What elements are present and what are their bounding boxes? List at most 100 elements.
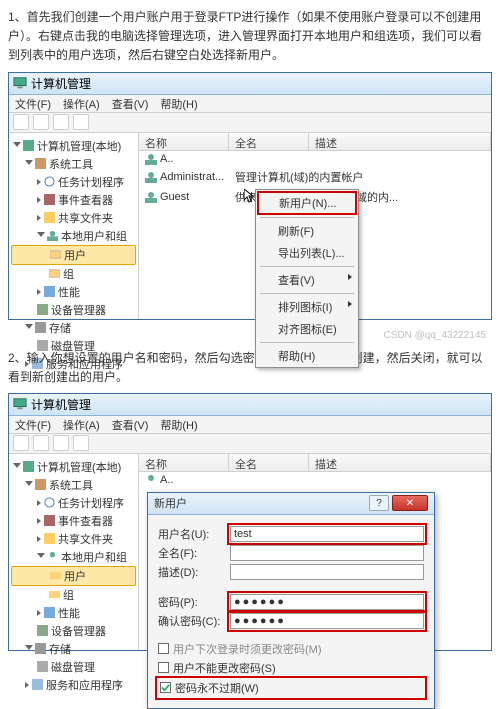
list-header: 名称 全名 描述 — [139, 133, 491, 151]
tree-groups[interactable]: 组 — [11, 586, 136, 604]
username-field[interactable]: test — [230, 526, 424, 542]
menu-action[interactable]: 操作(A) — [57, 416, 106, 433]
description-label: 描述(D): — [158, 564, 230, 580]
tree-device-manager[interactable]: 设备管理器 — [11, 301, 136, 319]
tree-groups[interactable]: 组 — [11, 265, 136, 283]
toolbar — [9, 113, 491, 133]
close-button[interactable]: ✕ — [392, 495, 428, 511]
computer-icon — [23, 461, 34, 472]
tree-storage[interactable]: 存储 — [11, 640, 136, 658]
context-export[interactable]: 导出列表(L)... — [256, 242, 358, 264]
titlebar[interactable]: 计算机管理 — [9, 73, 491, 95]
tree-device-manager[interactable]: 设备管理器 — [11, 622, 136, 640]
menu-file[interactable]: 文件(F) — [9, 416, 57, 433]
tree-local-users-groups[interactable]: 本地用户和组 — [11, 227, 136, 245]
computer-management-icon — [13, 397, 27, 411]
user-icon — [145, 474, 157, 486]
menu-help[interactable]: 帮助(H) — [154, 95, 203, 112]
confirm-password-field[interactable]: ●●●●●● — [230, 613, 424, 629]
menu-view[interactable]: 查看(V) — [106, 416, 155, 433]
chevron-right-icon — [348, 274, 352, 280]
menu-help[interactable]: 帮助(H) — [154, 416, 203, 433]
event-icon — [44, 194, 55, 205]
fullname-field[interactable] — [230, 545, 424, 561]
toolbar-help-button[interactable] — [73, 435, 89, 451]
checkbox-icon — [160, 682, 171, 693]
tree-storage[interactable]: 存储 — [11, 319, 136, 337]
context-new-user[interactable]: 新用户(N)... — [257, 191, 357, 215]
tree-disk-mgmt[interactable]: 磁盘管理 — [11, 658, 136, 676]
menu-view[interactable]: 查看(V) — [106, 95, 155, 112]
navigation-tree: 计算机管理(本地) 系统工具 任务计划程序 事件查看器 共享文件夹 本地用户和组… — [9, 454, 139, 650]
computer-management-icon — [13, 76, 27, 90]
col-name[interactable]: 名称 — [139, 454, 229, 471]
menubar: 文件(F) 操作(A) 查看(V) 帮助(H) — [9, 95, 491, 113]
dialog-titlebar[interactable]: 新用户 ? ✕ — [148, 493, 434, 515]
list-item[interactable]: Administrat...管理计算机(域)的内置帐户 — [139, 167, 491, 187]
col-desc[interactable]: 描述 — [309, 454, 491, 471]
col-name[interactable]: 名称 — [139, 133, 229, 150]
users-icon — [47, 230, 58, 241]
clock-icon — [44, 176, 55, 187]
window-title: 计算机管理 — [31, 396, 91, 413]
computer-management-window-2: 计算机管理 文件(F) 操作(A) 查看(V) 帮助(H) 计算机管理(本地) … — [8, 393, 492, 651]
tree-root[interactable]: 计算机管理(本地) — [11, 458, 136, 476]
dialog-help-button[interactable]: ? — [369, 495, 389, 511]
folder-icon — [50, 249, 61, 260]
context-align[interactable]: 对齐图标(E) — [256, 318, 358, 340]
tree-users[interactable]: 用户 — [11, 245, 136, 265]
folder-icon — [44, 212, 55, 223]
tree-users[interactable]: 用户 — [11, 566, 136, 586]
tree-root[interactable]: 计算机管理(本地) — [11, 137, 136, 155]
tree-event-viewer[interactable]: 事件查看器 — [11, 191, 136, 209]
toolbar-help-button[interactable] — [73, 114, 89, 130]
tree-local-users-groups[interactable]: 本地用户和组 — [11, 548, 136, 566]
toolbar-back-button[interactable] — [13, 435, 29, 451]
tree-task-scheduler[interactable]: 任务计划程序 — [11, 173, 136, 191]
tree-shared-folders[interactable]: 共享文件夹 — [11, 530, 136, 548]
toolbar-back-button[interactable] — [13, 114, 29, 130]
checkbox-must-change[interactable]: 用户下次登录时须更改密码(M) — [158, 641, 424, 657]
toolbar-forward-button[interactable] — [33, 435, 49, 451]
col-desc[interactable]: 描述 — [309, 133, 491, 150]
list-item[interactable]: A.. — [139, 151, 491, 167]
services-icon — [32, 679, 43, 690]
tree-event-viewer[interactable]: 事件查看器 — [11, 512, 136, 530]
context-help[interactable]: 帮助(H) — [256, 345, 358, 367]
context-refresh[interactable]: 刷新(F) — [256, 220, 358, 242]
folder-icon — [49, 589, 60, 600]
col-full[interactable]: 全名 — [229, 454, 309, 471]
context-menu: 新用户(N)... 刷新(F) 导出列表(L)... 查看(V) 排列图标(I)… — [255, 189, 359, 368]
menu-file[interactable]: 文件(F) — [9, 95, 57, 112]
description-field[interactable] — [230, 564, 424, 580]
tree-system-tools[interactable]: 系统工具 — [11, 476, 136, 494]
tree-task-scheduler[interactable]: 任务计划程序 — [11, 494, 136, 512]
list-item[interactable]: A.. — [139, 472, 491, 488]
tree-performance[interactable]: 性能 — [11, 604, 136, 622]
folder-icon — [49, 268, 60, 279]
toolbar-refresh-button[interactable] — [53, 114, 69, 130]
password-field[interactable]: ●●●●●● — [230, 594, 424, 610]
confirm-password-label: 确认密码(C): — [158, 613, 230, 629]
tree-shared-folders[interactable]: 共享文件夹 — [11, 209, 136, 227]
tree-services[interactable]: 服务和应用程序 — [11, 676, 136, 694]
users-icon — [47, 551, 58, 562]
performance-icon — [44, 286, 55, 297]
toolbar-refresh-button[interactable] — [53, 435, 69, 451]
context-arrange[interactable]: 排列图标(I) — [256, 296, 358, 318]
menu-action[interactable]: 操作(A) — [57, 95, 106, 112]
checkbox-never-expire[interactable]: 密码永不过期(W) — [158, 679, 424, 697]
context-view[interactable]: 查看(V) — [256, 269, 358, 291]
checkbox-cannot-change[interactable]: 用户不能更改密码(S) — [158, 660, 424, 676]
device-icon — [37, 304, 48, 315]
tree-performance[interactable]: 性能 — [11, 283, 136, 301]
password-label: 密码(P): — [158, 594, 230, 610]
storage-icon — [35, 643, 46, 654]
tree-system-tools[interactable]: 系统工具 — [11, 155, 136, 173]
col-full[interactable]: 全名 — [229, 133, 309, 150]
users-list-panel: 名称 全名 描述 A.. Administrat...管理计算机(域)的内置帐户… — [139, 133, 491, 319]
new-user-dialog: 新用户 ? ✕ 用户名(U):test 全名(F): 描述(D): 密码(P):… — [147, 492, 435, 709]
toolbar-forward-button[interactable] — [33, 114, 49, 130]
computer-icon — [23, 140, 34, 151]
titlebar[interactable]: 计算机管理 — [9, 394, 491, 416]
